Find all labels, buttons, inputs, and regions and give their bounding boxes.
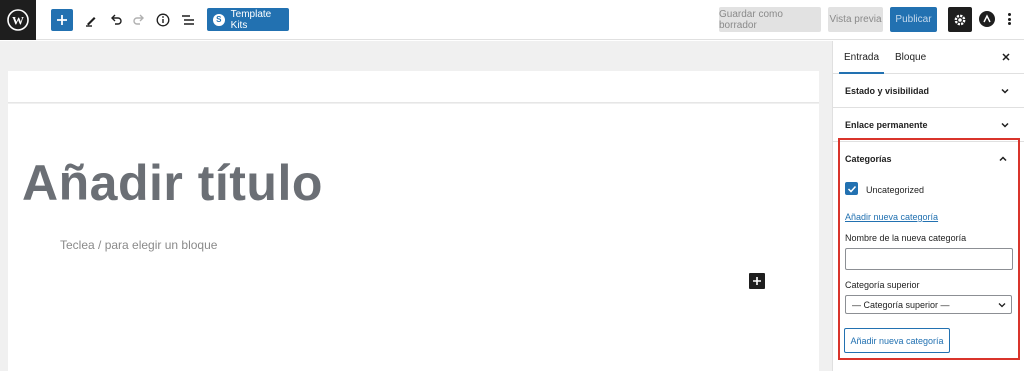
svg-text:W: W [12, 14, 24, 28]
list-view-button[interactable] [180, 8, 196, 32]
inline-inserter-button[interactable] [749, 273, 765, 289]
publish-button[interactable]: Publicar [890, 7, 937, 32]
panel-title: Estado y visibilidad [845, 86, 930, 96]
redo-icon [133, 14, 144, 25]
new-category-name-input[interactable] [845, 248, 1013, 270]
post-title-input[interactable]: Añadir título [22, 154, 323, 212]
panel-permalink[interactable]: Enlace permanente [833, 108, 1024, 142]
add-new-category-button[interactable]: Añadir nueva categoría [844, 328, 950, 353]
close-sidebar-button[interactable] [1001, 49, 1011, 65]
canvas-header [8, 71, 819, 103]
save-draft-button[interactable]: Guardar como borrador [719, 7, 821, 32]
chevron-down-icon [1001, 122, 1009, 128]
editor-top-toolbar: W S Template Kits Guardar como borrador … [0, 0, 1024, 40]
parent-category-select[interactable]: — Categoría superior — [845, 295, 1012, 314]
template-kits-button[interactable]: S Template Kits [207, 8, 289, 31]
gear-icon [954, 14, 966, 25]
block-placeholder[interactable]: Teclea / para elegir un bloque [60, 238, 217, 252]
check-icon [847, 185, 856, 193]
parent-category-label: Categoría superior [845, 280, 920, 290]
panel-status-visibility[interactable]: Estado y visibilidad [833, 74, 1024, 108]
undo-icon [111, 14, 122, 25]
tab-bloque[interactable]: Bloque [895, 52, 926, 63]
add-category-link[interactable]: Añadir nueva categoría [845, 212, 938, 222]
categories-panel-title[interactable]: Categorías [845, 154, 892, 164]
chevron-up-icon[interactable] [998, 154, 1008, 164]
editor-canvas-area: Añadir título Teclea / para elegir un bl… [0, 41, 832, 371]
new-category-name-label: Nombre de la nueva categoría [845, 233, 967, 243]
redo-button[interactable] [131, 8, 147, 32]
template-kits-icon: S [213, 13, 225, 26]
plus-icon [57, 15, 67, 25]
more-icon[interactable] [1005, 11, 1013, 27]
tab-entrada[interactable]: Entrada [838, 52, 885, 74]
list-view-icon [182, 15, 194, 25]
chevron-down-icon [998, 303, 1006, 308]
editor-canvas: Añadir título Teclea / para elegir un bl… [8, 104, 819, 371]
wordpress-logo-icon[interactable]: W [0, 0, 36, 40]
chevron-down-icon [1001, 88, 1009, 94]
parent-category-selected: — Categoría superior — [852, 299, 950, 310]
category-checkbox[interactable] [845, 182, 858, 195]
astra-icon[interactable] [979, 11, 995, 27]
block-inserter-button[interactable] [51, 9, 73, 31]
preview-button[interactable]: Vista previa [828, 7, 883, 32]
tools-button[interactable] [83, 8, 99, 32]
info-icon [156, 13, 170, 27]
template-kits-label: Template Kits [230, 8, 272, 31]
settings-button[interactable] [948, 7, 972, 32]
pencil-icon [86, 17, 96, 27]
sidebar-tabs: Entrada Bloque [833, 41, 1024, 74]
close-icon [1002, 53, 1010, 61]
category-label: Uncategorized [866, 185, 925, 195]
undo-button[interactable] [108, 8, 124, 32]
details-button[interactable] [155, 8, 171, 32]
plus-icon [753, 277, 761, 285]
panel-title: Enlace permanente [845, 120, 928, 130]
